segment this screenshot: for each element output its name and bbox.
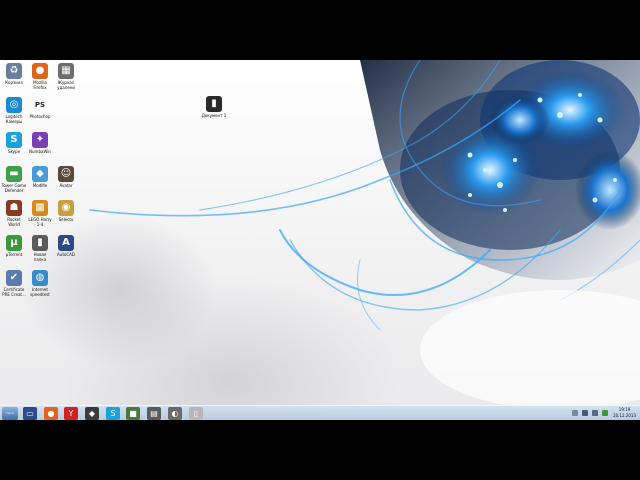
icon-3-1-icon: S xyxy=(6,132,22,148)
tray-volume-icon[interactable] xyxy=(592,410,598,416)
icon-3-1-label: Skype xyxy=(7,149,21,154)
tray-shield-icon[interactable] xyxy=(602,410,608,416)
desktop-icon-4-3[interactable]: ☺ Avatar xyxy=(53,166,79,188)
icon-1-2-label: Mozilla Firefox xyxy=(33,80,47,90)
taskbar-game-icon[interactable]: ◆ xyxy=(85,407,99,420)
icon-7-1-label: Certificate PRE Creat... xyxy=(2,287,26,297)
taskbar-firefox-icon[interactable]: ● xyxy=(44,407,58,420)
icon-1-3-icon: ▦ xyxy=(58,63,74,79)
system-tray: 19:19 20.12.2013 xyxy=(568,406,638,420)
icon-4-2-label: ModMe xyxy=(32,183,48,188)
desktop-icon-6-1[interactable]: µ µTorrent xyxy=(1,235,27,257)
icon-2-2-label: Photoshop xyxy=(29,114,51,119)
desktop-icon-1-3[interactable]: ▦ Журнал удалени xyxy=(53,63,79,90)
desktop-icon-1-2[interactable]: ● Mozilla Firefox xyxy=(27,63,53,90)
taskbar-photo-icon[interactable]: ◐ xyxy=(168,407,182,420)
letterbox-bottom xyxy=(0,420,640,480)
start-button[interactable]: Пуск xyxy=(2,407,18,420)
desktop-icon-2-2[interactable]: PS Photoshop xyxy=(27,97,53,119)
icon-6-3-icon: A xyxy=(58,235,74,251)
taskbar-skype-icon[interactable]: S xyxy=(106,407,120,420)
icon-4-3-icon: ☺ xyxy=(58,166,74,182)
taskbar-minecraft-icon[interactable]: ■ xyxy=(126,407,140,420)
tray-clock[interactable]: 19:19 20.12.2013 xyxy=(613,407,636,419)
desktop-icon-7-1[interactable]: ✔ Certificate PRE Creat... xyxy=(1,270,27,297)
desktop-icon-2-1[interactable]: ◎ Logitech Камеры xyxy=(1,97,27,124)
icon-7-2-icon: ◍ xyxy=(32,270,48,286)
desktop-icon-1-1[interactable]: ♻ Корзина xyxy=(1,63,27,85)
desktop-icon-5-3[interactable]: ◉ Selectu xyxy=(53,200,79,222)
icon-5-2-icon: ▩ xyxy=(32,200,48,216)
icon-5-3-label: Selectu xyxy=(58,217,74,222)
icon-2-1-label: Logitech Камеры xyxy=(5,114,23,124)
desktop-icon-4-1[interactable]: ▬ Tower Game Defender xyxy=(1,166,27,193)
taskbar: Пуск ▭ ● Y ◆ S ■ ▤ ◐ ▯ 19:19 20.12.2013 xyxy=(0,405,640,420)
icon-1-3-label: Журнал удалени xyxy=(57,80,75,90)
icon-5-1-label: Rocket World xyxy=(7,217,21,227)
desktop-icon-6-2[interactable]: ▮ Новая папка xyxy=(27,235,53,262)
icon-2-1-icon: ◎ xyxy=(6,97,22,113)
icon-5-1-icon: ☗ xyxy=(6,200,22,216)
desktop-icon-4-2[interactable]: ◆ ModMe xyxy=(27,166,53,188)
icon-1-1-icon: ♻ xyxy=(6,63,22,79)
icon-5-3-icon: ◉ xyxy=(58,200,74,216)
desktop-icon-5-1[interactable]: ☗ Rocket World xyxy=(1,200,27,227)
clock-date: 20.12.2013 xyxy=(613,413,636,418)
icon-file-label: Документ 1 xyxy=(201,113,227,118)
letterbox-top xyxy=(0,0,640,60)
icon-4-1-label: Tower Game Defender xyxy=(1,183,27,193)
desktop-screen: ♻ Корзина ● Mozilla Firefox ▦ Журнал удалени ◎… xyxy=(0,60,640,420)
icon-6-2-icon: ▮ xyxy=(32,235,48,251)
desktop-icon-3-2[interactable]: ✦ NumbaWin xyxy=(27,132,53,154)
icon-4-2-icon: ◆ xyxy=(32,166,48,182)
icon-7-1-icon: ✔ xyxy=(6,270,22,286)
taskbar-yandex-icon[interactable]: Y xyxy=(64,407,78,420)
desktop-icon-5-2[interactable]: ▩ LEGO Harry 1-4 xyxy=(27,200,53,227)
icon-file-icon: ▮ xyxy=(206,96,222,112)
desktop-icon-6-3[interactable]: A AutoCAD xyxy=(53,235,79,257)
icon-6-3-label: AutoCAD xyxy=(57,252,75,257)
taskbar-archive-icon[interactable]: ▤ xyxy=(147,407,161,420)
icon-4-3-label: Avatar xyxy=(59,183,73,188)
tray-arrow-icon[interactable] xyxy=(572,410,578,416)
icon-4-1-icon: ▬ xyxy=(6,166,22,182)
taskbar-monitor-icon[interactable]: ▭ xyxy=(23,407,37,420)
icon-1-1-label: Корзина xyxy=(5,80,23,85)
taskbar-file-icon[interactable]: ▯ xyxy=(189,407,203,420)
icon-6-2-label: Новая папка xyxy=(33,252,47,262)
icon-6-1-icon: µ xyxy=(6,235,22,251)
icon-3-2-label: NumbaWin xyxy=(29,149,51,154)
desktop-icon-7-2[interactable]: ◍ Internet speedtest xyxy=(27,270,53,297)
icon-3-2-icon: ✦ xyxy=(32,132,48,148)
tray-network-icon[interactable] xyxy=(582,410,588,416)
icon-5-2-label: LEGO Harry 1-4 xyxy=(28,217,52,227)
wallpaper xyxy=(89,60,640,410)
start-label: Пуск xyxy=(6,411,14,415)
icon-1-2-icon: ● xyxy=(32,63,48,79)
icon-6-1-label: µTorrent xyxy=(5,252,23,257)
desktop-icon-file[interactable]: ▮ Документ 1 xyxy=(201,96,227,118)
desktop-icon-3-1[interactable]: S Skype xyxy=(1,132,27,154)
icon-2-2-icon: PS xyxy=(32,97,48,113)
icon-7-2-label: Internet speedtest xyxy=(30,287,50,297)
